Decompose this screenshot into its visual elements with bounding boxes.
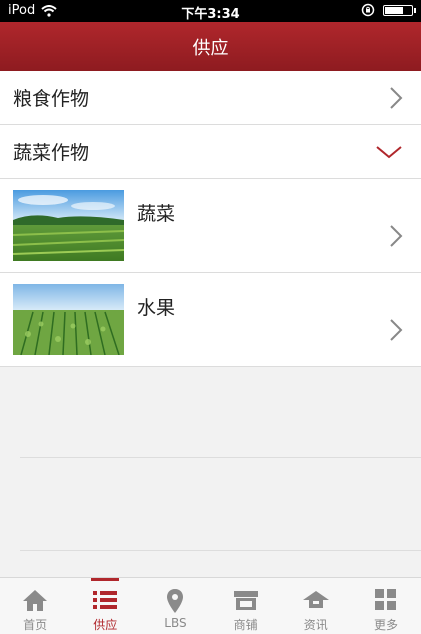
page-title: 供应: [192, 37, 229, 59]
divider: [20, 550, 421, 551]
tab-lbs[interactable]: LBS: [140, 578, 210, 634]
status-bar-time: 下午3:34: [181, 7, 240, 22]
tab-home[interactable]: 首页: [0, 578, 70, 634]
grid-icon: [374, 589, 396, 610]
home-icon: [23, 590, 48, 611]
list-icon: [93, 591, 118, 609]
bottom-tab-bar: 首页 供应 LBS 商铺 资讯 更多: [0, 577, 421, 634]
shop-icon: [233, 591, 258, 610]
tab-label: 商铺: [233, 618, 258, 632]
chevron-down-icon: [376, 145, 402, 158]
tab-more[interactable]: 更多: [351, 578, 421, 634]
category-list: 粮食作物 蔬菜作物 蔬菜 水果: [0, 71, 421, 367]
page-header: 供应: [0, 22, 421, 71]
tab-shops[interactable]: 商铺: [211, 578, 281, 634]
crop-field-thumbnail: [13, 284, 124, 355]
vegetable-field-thumbnail: [13, 190, 124, 261]
chevron-right-icon: [390, 86, 403, 109]
divider: [20, 457, 421, 458]
subcategory-label: 水果: [137, 297, 176, 319]
tab-label: 首页: [23, 618, 48, 632]
category-label: 蔬菜作物: [13, 142, 90, 164]
chevron-right-icon: [390, 319, 403, 341]
status-bar: iPod 下午3:34: [0, 0, 421, 22]
category-label: 粮食作物: [13, 88, 90, 110]
subcategory-row-fruits[interactable]: 水果: [0, 273, 421, 367]
category-row-grain[interactable]: 粮食作物: [0, 71, 421, 125]
tab-label: 供应: [93, 618, 118, 632]
rotation-lock-icon: [361, 3, 375, 17]
tab-supply[interactable]: 供应: [70, 578, 140, 634]
subcategory-label: 蔬菜: [137, 203, 176, 225]
status-bar-right: [361, 3, 416, 17]
tab-label: LBS: [164, 616, 187, 630]
battery-icon: [383, 4, 416, 16]
news-icon: [302, 591, 329, 608]
location-pin-icon: [167, 589, 184, 613]
category-row-vegetable-crops[interactable]: 蔬菜作物: [0, 125, 421, 179]
chevron-right-icon: [390, 225, 403, 247]
tab-label: 资讯: [303, 618, 328, 632]
tab-label: 更多: [373, 618, 398, 632]
subcategory-row-vegetables[interactable]: 蔬菜: [0, 179, 421, 273]
tab-news[interactable]: 资讯: [281, 578, 351, 634]
